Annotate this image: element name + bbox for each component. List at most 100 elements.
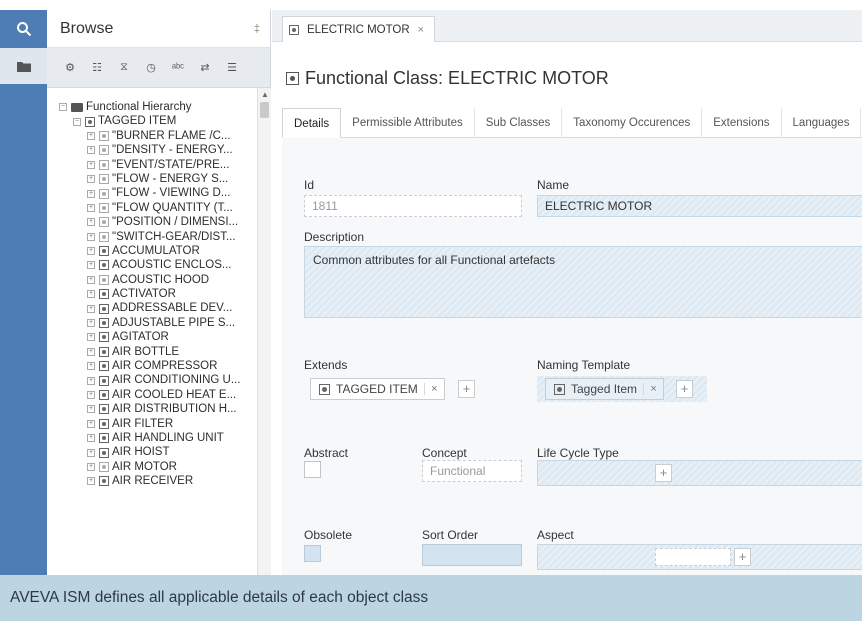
document-icon[interactable]: ☷ — [90, 61, 104, 75]
tree-item[interactable]: + AIR FILTER — [47, 417, 255, 431]
aspect-input[interactable] — [655, 548, 731, 566]
spellcheck-icon[interactable]: ᵃᵇᶜ — [171, 61, 185, 75]
search-rail-button[interactable] — [0, 10, 47, 48]
tree-item[interactable]: + AIR HANDLING UNIT — [47, 431, 255, 445]
expand-icon[interactable]: + — [87, 434, 95, 443]
tree-item[interactable]: + ACOUSTIC ENCLOS... — [47, 258, 255, 272]
tree-item[interactable]: + "SWITCH-GEAR/DIST... — [47, 230, 255, 244]
expand-icon[interactable]: + — [87, 448, 95, 457]
expand-icon[interactable]: + — [87, 362, 95, 371]
class-icon — [99, 346, 109, 357]
expand-icon[interactable]: + — [87, 405, 95, 414]
expand-icon[interactable]: + — [87, 376, 95, 385]
expand-icon[interactable]: + — [87, 131, 95, 140]
tree-item[interactable]: + AIR CONDITIONING U... — [47, 373, 255, 387]
tree-item[interactable]: + AIR BOTTLE — [47, 345, 255, 359]
tree-item-label: "FLOW - VIEWING D... — [112, 187, 231, 200]
life-cycle-type-field[interactable] — [537, 460, 862, 486]
scroll-thumb[interactable] — [260, 102, 269, 118]
tree-container: − Functional Hierarchy − TAGGED ITEM + "B… — [47, 88, 271, 575]
tree-item[interactable]: + AIR MOTOR — [47, 460, 255, 474]
tree-item[interactable]: + "FLOW QUANTITY (T... — [47, 201, 255, 215]
expand-icon[interactable]: + — [87, 419, 95, 428]
tree-item[interactable]: + AIR DISTRIBUTION H... — [47, 402, 255, 416]
add-aspect-button[interactable]: + — [734, 548, 751, 566]
expand-icon[interactable]: + — [87, 391, 95, 399]
expand-icon[interactable]: + — [87, 175, 95, 184]
filter-icon[interactable]: ⧖ — [117, 61, 131, 75]
tree-item[interactable]: + ADJUSTABLE PIPE S... — [47, 316, 255, 330]
expand-icon[interactable]: + — [87, 189, 95, 198]
expand-icon[interactable]: + — [87, 261, 95, 270]
tree-item[interactable]: + AIR HOIST — [47, 445, 255, 459]
expand-icon[interactable]: + — [87, 247, 95, 256]
settings-icon[interactable]: ⚙ — [63, 61, 77, 75]
expand-icon[interactable]: + — [87, 304, 95, 313]
collapse-icon[interactable]: − — [59, 103, 67, 112]
tree-item[interactable]: + "POSITION / DIMENSI... — [47, 215, 255, 229]
tree-item[interactable]: + "EVENT/STATE/PRE... — [47, 158, 255, 172]
tab-taxonomy-occurences[interactable]: Taxonomy Occurences — [562, 108, 703, 138]
expand-icon[interactable]: + — [87, 347, 95, 356]
tree-item[interactable]: + ACTIVATOR — [47, 287, 255, 301]
tree-item[interactable]: + AGITATOR — [47, 330, 255, 344]
tree-item[interactable]: + "FLOW - ENERGY S... — [47, 172, 255, 186]
sort-order-field[interactable] — [422, 544, 522, 566]
naming-template-chip[interactable]: Tagged Item × — [545, 378, 665, 400]
tab-languages[interactable]: Languages — [782, 108, 862, 138]
expand-icon[interactable]: + — [87, 275, 95, 284]
collapse-icon[interactable]: − — [73, 117, 81, 126]
scroll-up-icon[interactable]: ▲ — [261, 90, 269, 99]
description-field[interactable]: Common attributes for all Functional art… — [304, 246, 862, 318]
sort-icon[interactable]: ⇄ — [198, 61, 212, 75]
tab-details[interactable]: Details — [282, 108, 342, 138]
tree-item[interactable]: + AIR RECEIVER — [47, 474, 255, 488]
add-life-cycle-button[interactable]: + — [655, 464, 672, 482]
tree-item[interactable]: + AIR COMPRESSOR — [47, 359, 255, 373]
tree-item[interactable]: + "BURNER FLAME /C... — [47, 129, 255, 143]
expand-icon[interactable]: + — [87, 290, 95, 299]
sort-order-label: Sort Order — [422, 528, 479, 542]
extends-chip[interactable]: TAGGED ITEM × — [310, 378, 445, 400]
expand-icon[interactable]: + — [87, 462, 95, 471]
pin-icon[interactable]: ‡ — [254, 23, 260, 35]
class-icon — [319, 383, 330, 395]
remove-icon[interactable]: × — [643, 383, 663, 395]
expand-icon[interactable]: + — [87, 477, 95, 486]
expand-icon[interactable]: + — [87, 203, 95, 212]
tree-scrollbar[interactable]: ▲ — [257, 88, 271, 575]
remove-icon[interactable]: × — [423, 383, 444, 395]
tree-item-label: ADJUSTABLE PIPE S... — [112, 316, 236, 329]
add-naming-template-button[interactable]: + — [676, 380, 693, 398]
abstract-checkbox[interactable] — [304, 461, 321, 478]
tree-item[interactable]: + "DENSITY - ENERGY... — [47, 143, 255, 157]
tree-item[interactable]: + ACOUSTIC HOOD — [47, 273, 255, 287]
close-icon[interactable]: × — [418, 24, 424, 36]
expand-icon[interactable]: + — [87, 232, 95, 241]
expand-icon[interactable]: + — [87, 319, 95, 328]
folder-rail-button[interactable] — [0, 48, 47, 84]
list-icon[interactable]: ☰ — [225, 61, 239, 75]
tree-root[interactable]: − Functional Hierarchy — [47, 100, 255, 114]
tree-item[interactable]: + ACCUMULATOR — [47, 244, 255, 258]
tree-item[interactable]: + "FLOW - VIEWING D... — [47, 186, 255, 200]
tree-item[interactable]: + ADDRESSABLE DEV... — [47, 301, 255, 315]
tree-item-label: AIR DISTRIBUTION H... — [112, 403, 237, 416]
expand-icon[interactable]: + — [87, 146, 95, 155]
add-extends-button[interactable]: + — [458, 380, 475, 398]
tree-tagged-item[interactable]: − TAGGED ITEM — [47, 114, 255, 128]
expand-icon[interactable]: + — [87, 160, 95, 169]
name-label: Name — [537, 178, 570, 192]
obsolete-checkbox[interactable] — [304, 545, 321, 562]
rail-background — [0, 84, 47, 575]
tab-sub-classes[interactable]: Sub Classes — [475, 108, 563, 138]
name-field[interactable]: ELECTRIC MOTOR — [537, 195, 862, 217]
browse-toolbar: ⚙ ☷ ⧖ ◷ ᵃᵇᶜ ⇄ ☰ — [47, 48, 270, 88]
tab-permissible-attributes[interactable]: Permissible Attributes — [341, 108, 475, 138]
expand-icon[interactable]: + — [87, 333, 95, 342]
history-icon[interactable]: ◷ — [144, 61, 158, 75]
tab-extensions[interactable]: Extensions — [702, 108, 782, 138]
expand-icon[interactable]: + — [87, 218, 95, 227]
document-tab-electric-motor[interactable]: ELECTRIC MOTOR × — [282, 16, 436, 42]
tree-item[interactable]: + AIR COOLED HEAT E... — [47, 388, 255, 402]
